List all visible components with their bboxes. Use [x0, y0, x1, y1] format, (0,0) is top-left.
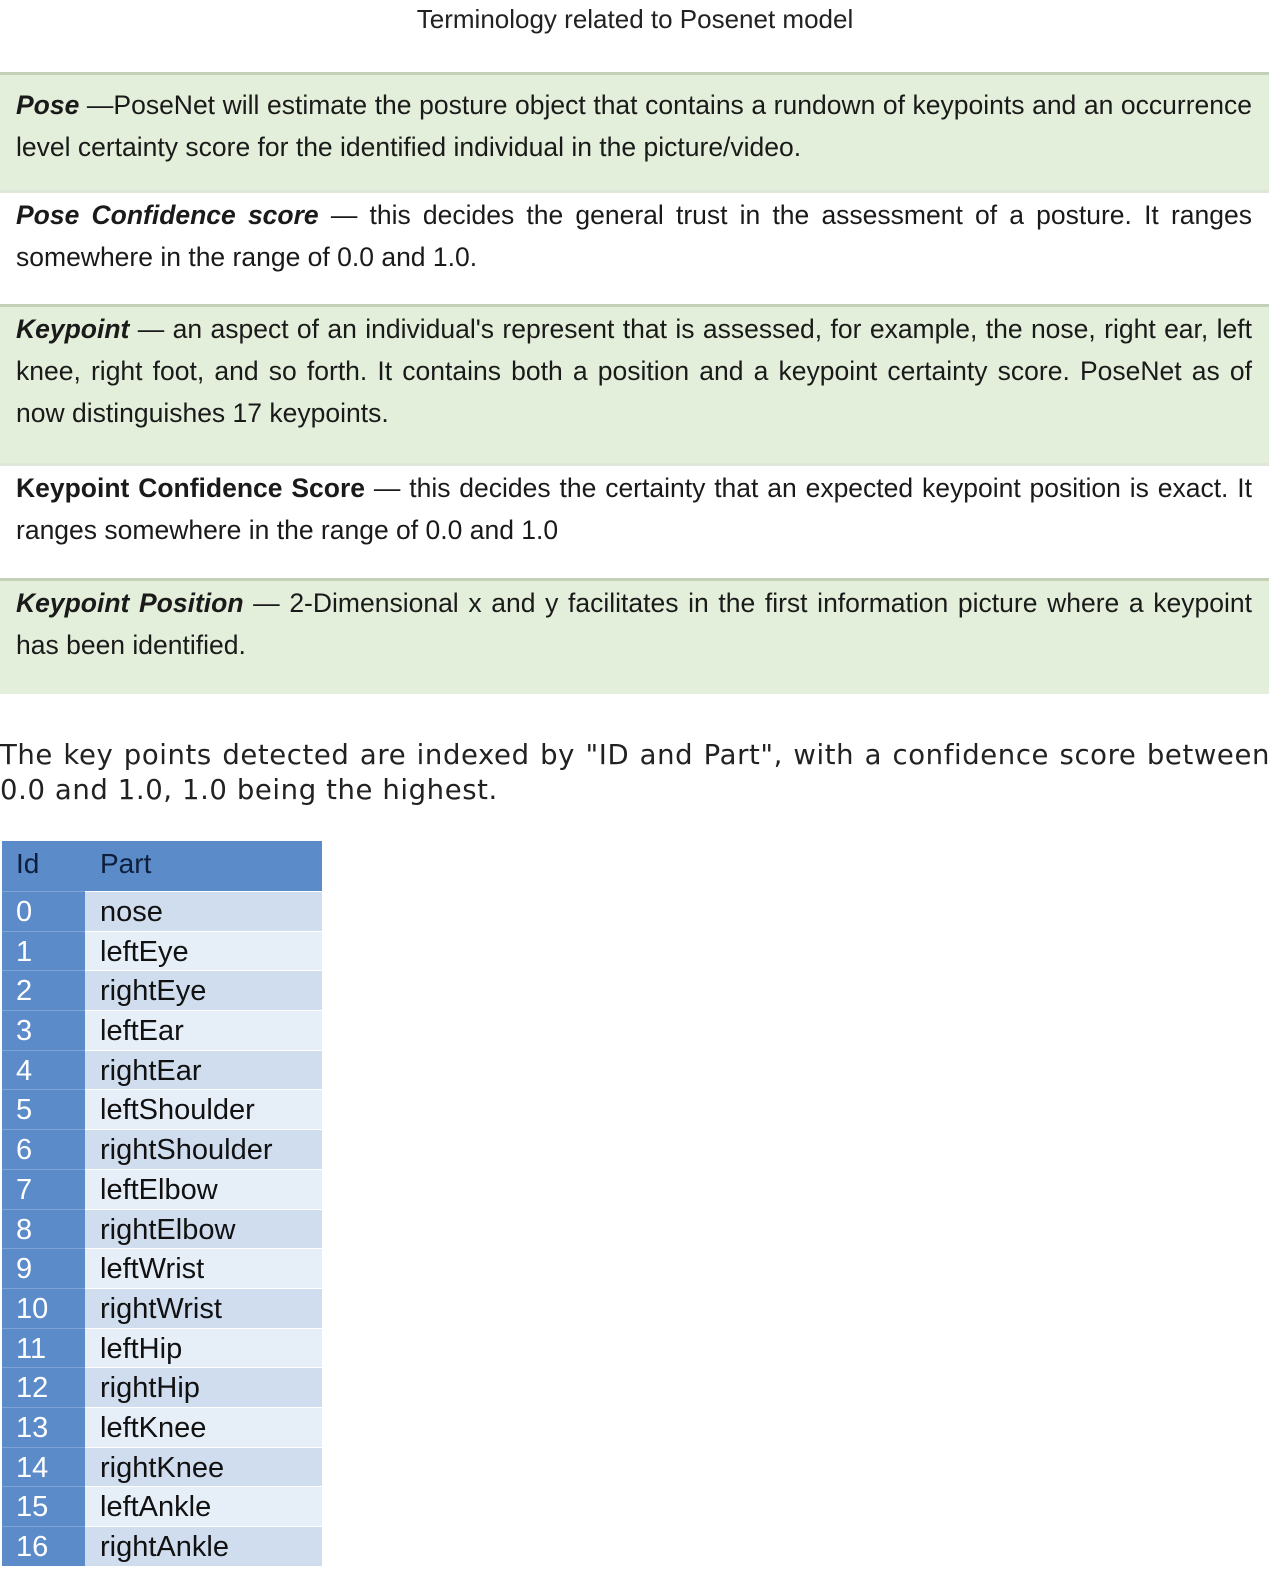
cell-id: 3	[2, 1010, 85, 1050]
cell-part: rightShoulder	[85, 1129, 322, 1169]
document-title: Terminology related to Posenet model	[416, 4, 854, 34]
cell-part: rightKnee	[85, 1446, 322, 1487]
term-name: Keypoint Position	[16, 588, 244, 618]
cell-id: 6	[2, 1129, 85, 1169]
term-name: Pose	[16, 90, 80, 120]
table-row: 1 leftEye	[2, 930, 322, 971]
cell-part: leftKnee	[85, 1406, 322, 1447]
cell-part: rightHip	[85, 1367, 322, 1407]
column-header-part: Part	[85, 841, 322, 891]
cell-part: leftShoulder	[85, 1089, 322, 1130]
table-row: 10 rightWrist	[2, 1287, 322, 1328]
term-block-pose: Pose —PoseNet will estimate the posture …	[0, 72, 1269, 190]
term-name: Keypoint	[16, 314, 130, 344]
term-block-pose-confidence-score: Pose Confidence score — this decides the…	[0, 190, 1269, 303]
term-definition: —PoseNet will estimate the posture objec…	[16, 90, 1252, 162]
cell-id: 7	[2, 1168, 85, 1209]
cell-id: 12	[2, 1367, 85, 1407]
keypoint-table: Id Part 0 nose 1 leftEye 2 rightEye 3 le…	[2, 841, 322, 1566]
table-row: 7 leftElbow	[2, 1168, 322, 1209]
cell-id: 15	[2, 1486, 85, 1526]
cell-part: leftEar	[85, 1010, 322, 1050]
table-row: 0 nose	[2, 891, 322, 931]
table-row: 2 rightEye	[2, 970, 322, 1011]
cell-id: 0	[2, 891, 85, 931]
cell-id: 2	[2, 970, 85, 1011]
table-row: 12 rightHip	[2, 1367, 322, 1407]
table-row: 4 rightEar	[2, 1049, 322, 1090]
term-block-keypoint-position: Keypoint Position — 2-Dimensional x and …	[0, 578, 1269, 694]
cell-id: 11	[2, 1327, 85, 1368]
cell-id: 5	[2, 1089, 85, 1130]
table-row: 13 leftKnee	[2, 1406, 322, 1447]
table-header-row: Id Part	[2, 841, 322, 891]
cell-id: 1	[2, 930, 85, 971]
cell-id: 9	[2, 1248, 85, 1288]
table-row: 16 rightAnkle	[2, 1526, 322, 1566]
cell-part: rightEar	[85, 1049, 322, 1090]
cell-id: 16	[2, 1526, 85, 1566]
table-row: 6 rightShoulder	[2, 1129, 322, 1169]
table-row: 3 leftEar	[2, 1010, 322, 1050]
table-row: 15 leftAnkle	[2, 1486, 322, 1526]
term-block-keypoint-confidence-score: Keypoint Confidence Score — this decides…	[0, 463, 1269, 577]
cell-part: rightAnkle	[85, 1526, 322, 1566]
term-block-keypoint: Keypoint — an aspect of an individual's …	[0, 304, 1269, 463]
cell-part: leftElbow	[85, 1168, 322, 1209]
cell-part: leftAnkle	[85, 1486, 322, 1526]
cell-part: leftEye	[85, 930, 322, 971]
cell-id: 10	[2, 1287, 85, 1328]
cell-part: rightWrist	[85, 1287, 322, 1328]
cell-id: 4	[2, 1049, 85, 1090]
term-definition: — an aspect of an individual's represent…	[16, 314, 1252, 428]
cell-id: 8	[2, 1208, 85, 1249]
table-row: 8 rightElbow	[2, 1208, 322, 1249]
cell-part: nose	[85, 891, 322, 931]
cell-id: 13	[2, 1406, 85, 1447]
table-row: 14 rightKnee	[2, 1446, 322, 1487]
term-name: Keypoint Confidence Score	[16, 473, 366, 503]
cell-part: leftWrist	[85, 1248, 322, 1288]
table-row: 9 leftWrist	[2, 1248, 322, 1288]
cell-id: 14	[2, 1446, 85, 1487]
term-name: Pose Confidence score	[16, 200, 319, 230]
cell-part: leftHip	[85, 1327, 322, 1368]
cell-part: rightElbow	[85, 1208, 322, 1249]
table-row: 11 leftHip	[2, 1327, 322, 1368]
keypoints-intro-text: The key points detected are indexed by "…	[0, 739, 1270, 806]
column-header-id: Id	[2, 841, 85, 891]
cell-part: rightEye	[85, 970, 322, 1011]
table-row: 5 leftShoulder	[2, 1089, 322, 1130]
